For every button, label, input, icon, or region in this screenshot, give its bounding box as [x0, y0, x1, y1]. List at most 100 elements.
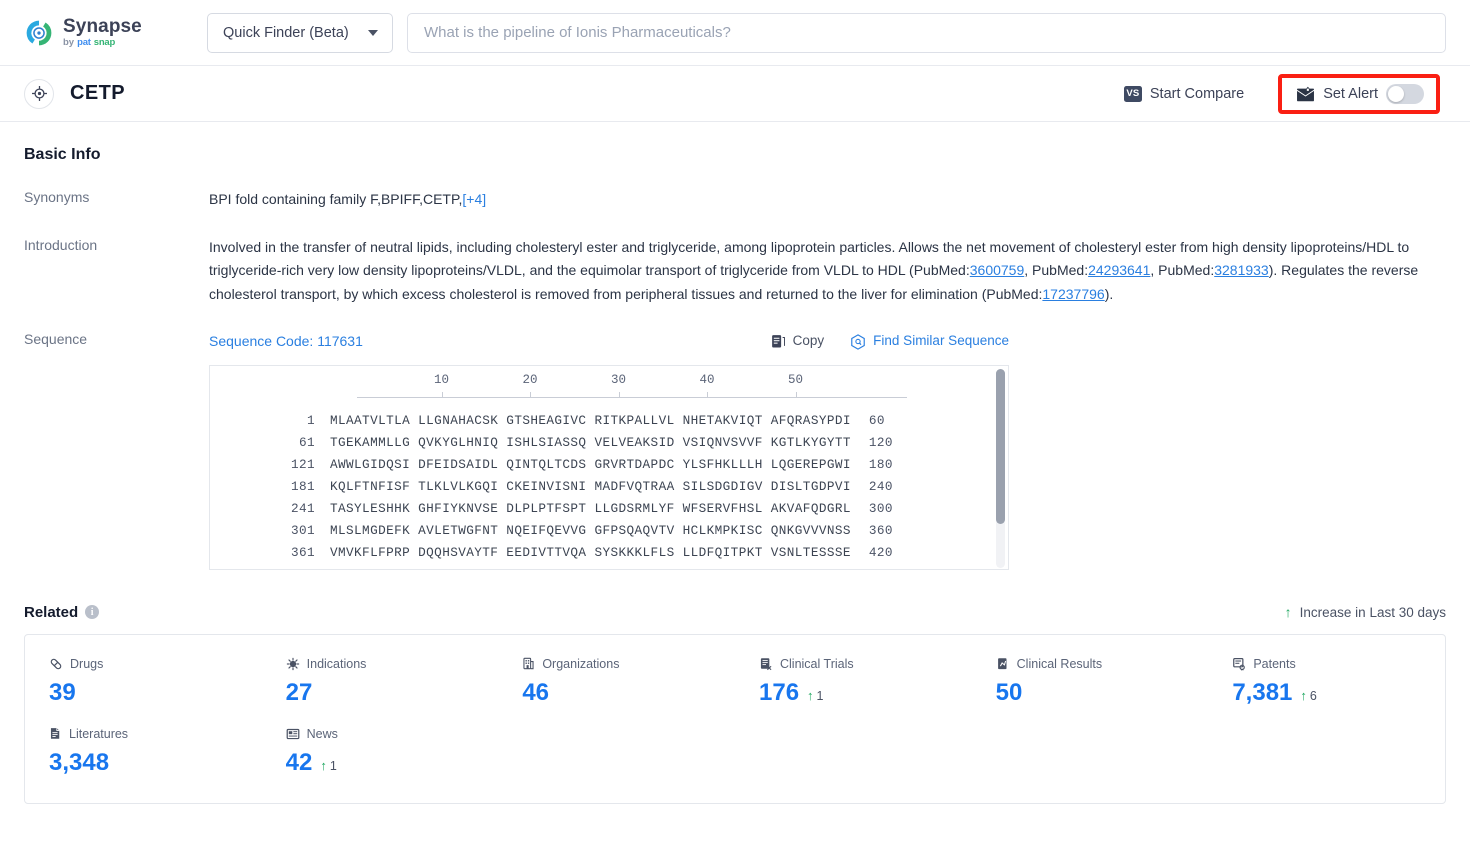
set-alert-toggle[interactable]: [1386, 83, 1424, 104]
related-stat-indications[interactable]: Indications 27: [262, 657, 499, 707]
sequence-line-start: 1: [306, 412, 315, 428]
sequence-line-residues: MLSLMGDEFK AVLETWGFNT NQEIFQEVVG GFPSQAQ…: [330, 522, 851, 538]
sequence-line-residues: KQLFTNFISF TLKLVLKGQI CKEINVISNI MADFVQT…: [330, 478, 851, 494]
copy-button[interactable]: Copy: [771, 330, 825, 353]
sequence-tools: Copy Find Similar Sequence: [771, 330, 1009, 353]
sequence-line-end: 180: [868, 456, 893, 472]
related-stat-clinical-results[interactable]: Clinical Results 50: [972, 657, 1209, 707]
sequence-line-residues: TASYLESHHK GHFIYKNVSE DLPLPTFSPT LLGDSRM…: [330, 500, 851, 516]
related-stat-label-row: Organizations: [522, 657, 735, 671]
ruler-tick-label: 30: [610, 372, 627, 387]
related-stat-value[interactable]: 50: [996, 679, 1209, 707]
info-icon[interactable]: i: [85, 605, 100, 620]
sequence-line: 121 AWWLGIDQSI DFEIDSAIDL QINTQLTCDS GRVR…: [210, 454, 1008, 476]
quick-finder-dropdown[interactable]: Quick Finder (Beta): [207, 12, 393, 53]
related-stat-drugs[interactable]: Drugs 39: [25, 657, 262, 707]
synonyms-text: BPI fold containing family F,BPIFF,CETP,: [209, 191, 463, 207]
synapse-logo-icon: [24, 18, 54, 48]
related-stat-label: Indications: [306, 656, 367, 671]
related-stat-value[interactable]: 46: [522, 679, 735, 707]
sequence-ruler: 10 20 30 40 50: [357, 373, 907, 410]
synonyms-value: BPI fold containing family F,BPIFF,CETP,…: [209, 188, 1446, 212]
sequence-line-end: 60: [868, 412, 885, 428]
entity-bar: CETP VS Start Compare Set Alert: [0, 66, 1470, 122]
sequence-line-end: 240: [868, 478, 893, 494]
pubmed-link[interactable]: 17237796: [1042, 286, 1104, 302]
entity-actions: VS Start Compare Set Alert: [1123, 73, 1446, 114]
set-alert-highlight: Set Alert: [1278, 73, 1440, 114]
sequence-viewer[interactable]: 10 20 30 40 50 1 MLAATVLTLA LLGNAHACSK GTSHEA…: [209, 364, 1009, 570]
related-stat-patents[interactable]: Patents 7,381 ↑ 6: [1208, 657, 1445, 707]
alert-envelope-icon: [1296, 86, 1315, 102]
related-stat-clinical-trials[interactable]: Clinical Trials 176 ↑ 1: [735, 657, 972, 707]
sequence-label: Sequence: [24, 331, 88, 348]
related-stat-number: 46: [522, 678, 550, 706]
related-stat-value[interactable]: 7,381 ↑ 6: [1232, 679, 1445, 707]
related-header: Related i ↑ Increase in Last 30 days: [24, 604, 1446, 621]
related-stat-literatures[interactable]: Literatures 3,348: [25, 727, 262, 777]
sequence-header: Sequence Code: 117631 Copy Find Similar …: [209, 330, 1009, 354]
related-card: Drugs 39 Indications 27 Organizations 46 Clini…: [24, 633, 1446, 804]
brand-logo[interactable]: Synapse by pat snap: [24, 17, 174, 48]
start-compare-label: Start Compare: [1149, 85, 1245, 102]
related-stat-value[interactable]: 42 ↑ 1: [286, 749, 499, 777]
arrow-up-icon: ↑: [320, 757, 327, 773]
pubmed-link[interactable]: 3281933: [1214, 262, 1269, 278]
synonyms-more-link[interactable]: [+4]: [462, 191, 486, 207]
related-stat-label: Patents: [1253, 656, 1296, 671]
related-grid: Drugs 39 Indications 27 Organizations 46 Clini…: [25, 657, 1445, 777]
sequence-line-start: 181: [290, 478, 315, 494]
find-similar-label: Find Similar Sequence: [873, 333, 1009, 349]
increase-legend-label: Increase in Last 30 days: [1299, 604, 1446, 620]
pubmed-link[interactable]: 24293641: [1088, 262, 1150, 278]
brand-snap: snap: [93, 37, 116, 49]
related-stat-delta-value: 1: [816, 688, 824, 703]
virus-icon: [286, 657, 300, 671]
building-icon: [522, 657, 535, 670]
sequence-line: 241 TASYLESHHK GHFIYKNVSE DLPLPTFSPT LLGD…: [210, 498, 1008, 520]
sequence-line-start: 61: [298, 434, 315, 450]
sequence-row: Sequence Sequence Code: 117631 Copy Find…: [24, 330, 1446, 570]
search-input[interactable]: [407, 12, 1446, 53]
related-stat-delta-value: 6: [1309, 688, 1317, 703]
arrow-up-icon: ↑: [807, 687, 814, 703]
start-compare-button[interactable]: VS Start Compare: [1123, 85, 1245, 102]
related-stat-number: 176: [759, 678, 800, 706]
sequence-line-start: 361: [290, 544, 315, 560]
news-icon: [286, 727, 300, 741]
find-similar-sequence-button[interactable]: Find Similar Sequence: [850, 330, 1009, 353]
sequence-line-residues: MLAATVLTLA LLGNAHACSK GTSHEAGIVC RITKPAL…: [330, 412, 851, 428]
ruler-tick: [618, 391, 620, 398]
introduction-label: Introduction: [24, 236, 98, 253]
sequence-line-residues: TGEKAMMLLG QVKYGLHNIQ ISHLSIASSQ VELVEAK…: [330, 434, 851, 450]
patent-icon: [1232, 657, 1246, 671]
related-stat-value[interactable]: 39: [49, 679, 262, 707]
main-content: Basic Info Synonyms BPI fold containing …: [0, 146, 1470, 804]
copy-label: Copy: [792, 333, 825, 349]
related-stat-delta: ↑ 1: [320, 759, 336, 773]
related-stat-value[interactable]: 3,348: [49, 749, 262, 777]
related-stat-number: 39: [49, 678, 76, 706]
related-stat-label: Clinical Results: [1016, 656, 1103, 671]
ruler-tick: [795, 391, 797, 398]
related-stat-label-row: Drugs: [49, 657, 262, 671]
arrow-up-icon: ↑: [1300, 687, 1307, 703]
pubmed-link[interactable]: 3600759: [970, 262, 1025, 278]
related-stat-value[interactable]: 176 ↑ 1: [759, 679, 972, 707]
related-stat-label: Drugs: [70, 656, 104, 671]
sequence-scrollbar-thumb[interactable]: [996, 368, 1005, 524]
sequence-code[interactable]: Sequence Code: 117631: [209, 330, 363, 354]
related-stat-value[interactable]: 27: [286, 679, 499, 707]
related-stat-news[interactable]: News 42 ↑ 1: [262, 727, 499, 777]
introduction-row: Introduction Involved in the transfer of…: [24, 236, 1446, 307]
introduction-segment: ).: [1104, 285, 1114, 302]
sequence-line: 181 KQLFTNFISF TLKLVLKGQI CKEINVISNI MADF…: [210, 476, 1008, 498]
brand-by: by: [63, 37, 75, 49]
related-stat-label: Clinical Trials: [780, 656, 854, 671]
related-stat-organizations[interactable]: Organizations 46: [498, 657, 735, 707]
sequence-line-end: 300: [868, 500, 893, 516]
chevron-down-icon: [368, 29, 378, 36]
introduction-text: Involved in the transfer of neutral lipi…: [209, 236, 1424, 307]
pill-icon: [49, 657, 63, 671]
set-alert-label[interactable]: Set Alert: [1323, 86, 1378, 102]
